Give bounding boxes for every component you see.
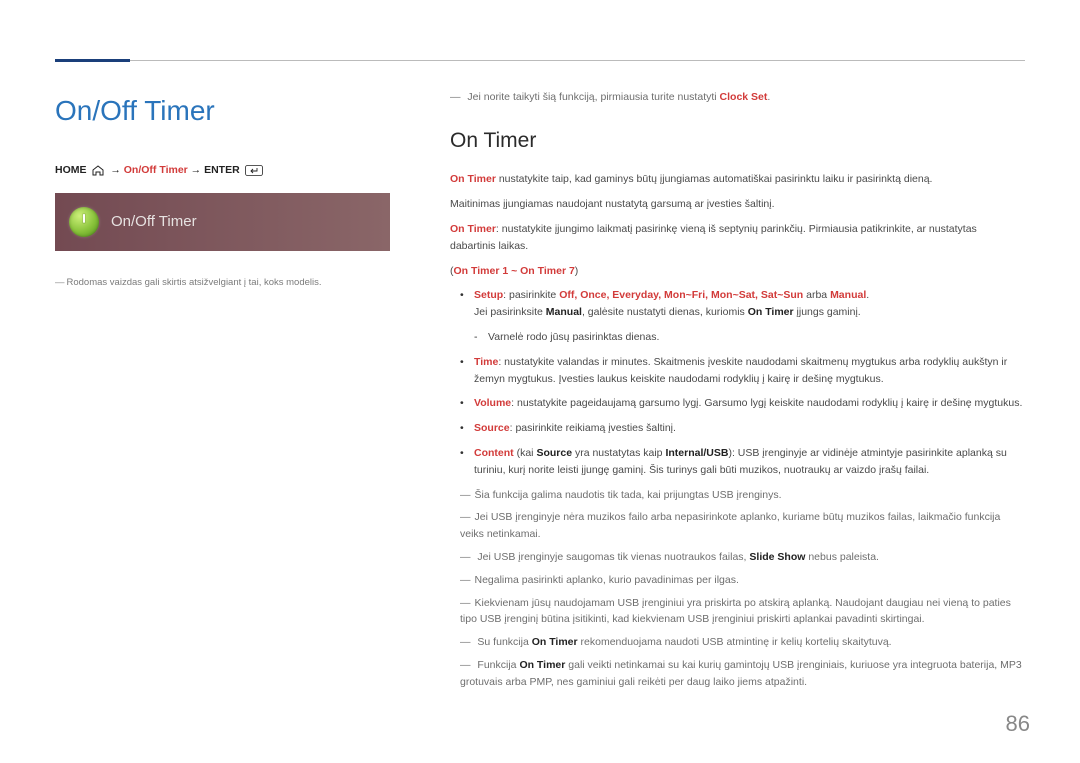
note-usb-folders: Kiekvienam jūsų naudojamam USB įrenginiu… bbox=[460, 595, 1025, 629]
content-iusb: Internal/USB bbox=[665, 447, 728, 459]
n3b: nebus paleista. bbox=[805, 551, 879, 563]
volume-label: Volume bbox=[474, 397, 511, 409]
para-3: On Timer: nustatykite įjungimo laikmatį … bbox=[450, 221, 1025, 255]
breadcrumb: HOME → On/Off Timer → ENTER bbox=[55, 162, 390, 179]
note-mp3-pmp: Funkcija On Timer gali veikti netinkamai… bbox=[460, 657, 1025, 691]
enter-icon bbox=[245, 165, 263, 176]
bullet-time: Time: nustatykite valandas ir minutes. S… bbox=[460, 354, 1025, 388]
content-label: Content bbox=[474, 447, 514, 459]
setup-l2c: įjungs gaminį. bbox=[794, 306, 861, 318]
tile-label: On/Off Timer bbox=[111, 210, 197, 234]
home-icon bbox=[91, 165, 105, 176]
content-columns: On/Off Timer HOME → On/Off Timer → ENTER… bbox=[55, 89, 1025, 697]
n3bold: Slide Show bbox=[749, 551, 805, 563]
setup-l2b: , galėsite nustatyti dienas, kuriomis bbox=[582, 306, 748, 318]
content-b: yra nustatytas kaip bbox=[572, 447, 665, 459]
bullet-content: Content (kai Source yra nustatytas kaip … bbox=[460, 445, 1025, 479]
left-column: On/Off Timer HOME → On/Off Timer → ENTER… bbox=[55, 89, 390, 697]
on-timer-heading: On Timer bbox=[450, 124, 1025, 158]
setup-l2a: Jei pasirinksite bbox=[474, 306, 546, 318]
setup-l2-ontimer: On Timer bbox=[748, 306, 794, 318]
breadcrumb-arrow-2: → bbox=[191, 164, 204, 176]
breadcrumb-enter: ENTER bbox=[204, 164, 240, 176]
note-usb-only: Šia funkcija galima naudotis tik tada, k… bbox=[460, 487, 1025, 504]
bullet-source: Source: pasirinkite reikiamą įvesties ša… bbox=[460, 420, 1025, 437]
setup-a: : pasirinkite bbox=[503, 289, 559, 301]
time-text: : nustatykite valandas ir minutes. Skait… bbox=[474, 356, 1007, 385]
timer-range: (On Timer 1 ~ On Timer 7) bbox=[450, 263, 1025, 280]
source-label: Source bbox=[474, 422, 510, 434]
n6bold: On Timer bbox=[532, 636, 578, 648]
clock-set-note: Jei norite taikyti šią funkciją, pirmiau… bbox=[450, 89, 1025, 106]
note-folder-name-long: Negalima pasirinkti aplanko, kurio pavad… bbox=[460, 572, 1025, 589]
p3-bold: On Timer bbox=[450, 223, 496, 235]
timer-icon bbox=[69, 207, 99, 237]
setup-subdash: Varnelė rodo jūsų pasirinktas dienas. bbox=[460, 329, 1025, 346]
para-2: Maitinimas įjungiamas naudojant nustatyt… bbox=[450, 196, 1025, 213]
n7a: Funkcija bbox=[477, 659, 519, 671]
setup-b: arba bbox=[803, 289, 830, 301]
source-text: : pasirinkite reikiamą įvesties šaltinį. bbox=[510, 422, 676, 434]
p1-bold: On Timer bbox=[450, 173, 496, 185]
content-source: Source bbox=[536, 447, 572, 459]
para-1: On Timer nustatykite taip, kad gaminys b… bbox=[450, 171, 1025, 188]
options-list: Setup: pasirinkite Off, Once, Everyday, … bbox=[460, 287, 1025, 478]
note-no-music-folder: Jei USB įrenginyje nėra muzikos failo ar… bbox=[460, 509, 1025, 543]
top-divider bbox=[55, 60, 1025, 61]
time-label: Time bbox=[474, 356, 498, 368]
note-prefix: Jei norite taikyti šią funkciją, pirmiau… bbox=[467, 91, 719, 103]
page-container: On/Off Timer HOME → On/Off Timer → ENTER… bbox=[0, 0, 1080, 727]
note-bold: Clock Set bbox=[720, 91, 768, 103]
note-slideshow: Jei USB įrenginyje saugomas tik vienas n… bbox=[460, 549, 1025, 566]
n3a: Jei USB įrenginyje saugomas tik vienas n… bbox=[477, 551, 749, 563]
setup-opts: Off, Once, Everyday, Mon~Fri, Mon~Sat, S… bbox=[559, 289, 803, 301]
content-a: (kai bbox=[514, 447, 537, 459]
n7bold: On Timer bbox=[519, 659, 565, 671]
breadcrumb-arrow-1: → bbox=[110, 164, 123, 176]
range-text: On Timer 1 ~ On Timer 7 bbox=[454, 265, 575, 277]
setup-l2-manual: Manual bbox=[546, 306, 582, 318]
n6a: Su funkcija bbox=[477, 636, 531, 648]
breadcrumb-home: HOME bbox=[55, 164, 87, 176]
setup-manual: Manual bbox=[830, 289, 866, 301]
n6b: rekomenduojama naudoti USB atmintinę ir … bbox=[578, 636, 892, 648]
page-number: 86 bbox=[1006, 706, 1030, 741]
right-column: Jei norite taikyti šią funkciją, pirmiau… bbox=[450, 89, 1025, 697]
bullet-setup: Setup: pasirinkite Off, Once, Everyday, … bbox=[460, 287, 1025, 321]
model-disclaimer: Rodomas vaizdas gali skirtis atsižvelgia… bbox=[55, 275, 390, 290]
setup-label: Setup bbox=[474, 289, 503, 301]
volume-text: : nustatykite pageidaujamą garsumo lygį.… bbox=[511, 397, 1022, 409]
breadcrumb-path: On/Off Timer bbox=[124, 164, 188, 176]
bullet-volume: Volume: nustatykite pageidaujamą garsumo… bbox=[460, 395, 1025, 412]
note-usb-stick: Su funkcija On Timer rekomenduojama naud… bbox=[460, 634, 1025, 651]
section-title: On/Off Timer bbox=[55, 89, 390, 134]
feature-tile: On/Off Timer bbox=[55, 193, 390, 251]
p1-body: nustatykite taip, kad gaminys būtų įjung… bbox=[496, 173, 933, 185]
top-accent-bar bbox=[55, 59, 130, 62]
p3-body: : nustatykite įjungimo laikmatį pasirink… bbox=[450, 223, 977, 252]
